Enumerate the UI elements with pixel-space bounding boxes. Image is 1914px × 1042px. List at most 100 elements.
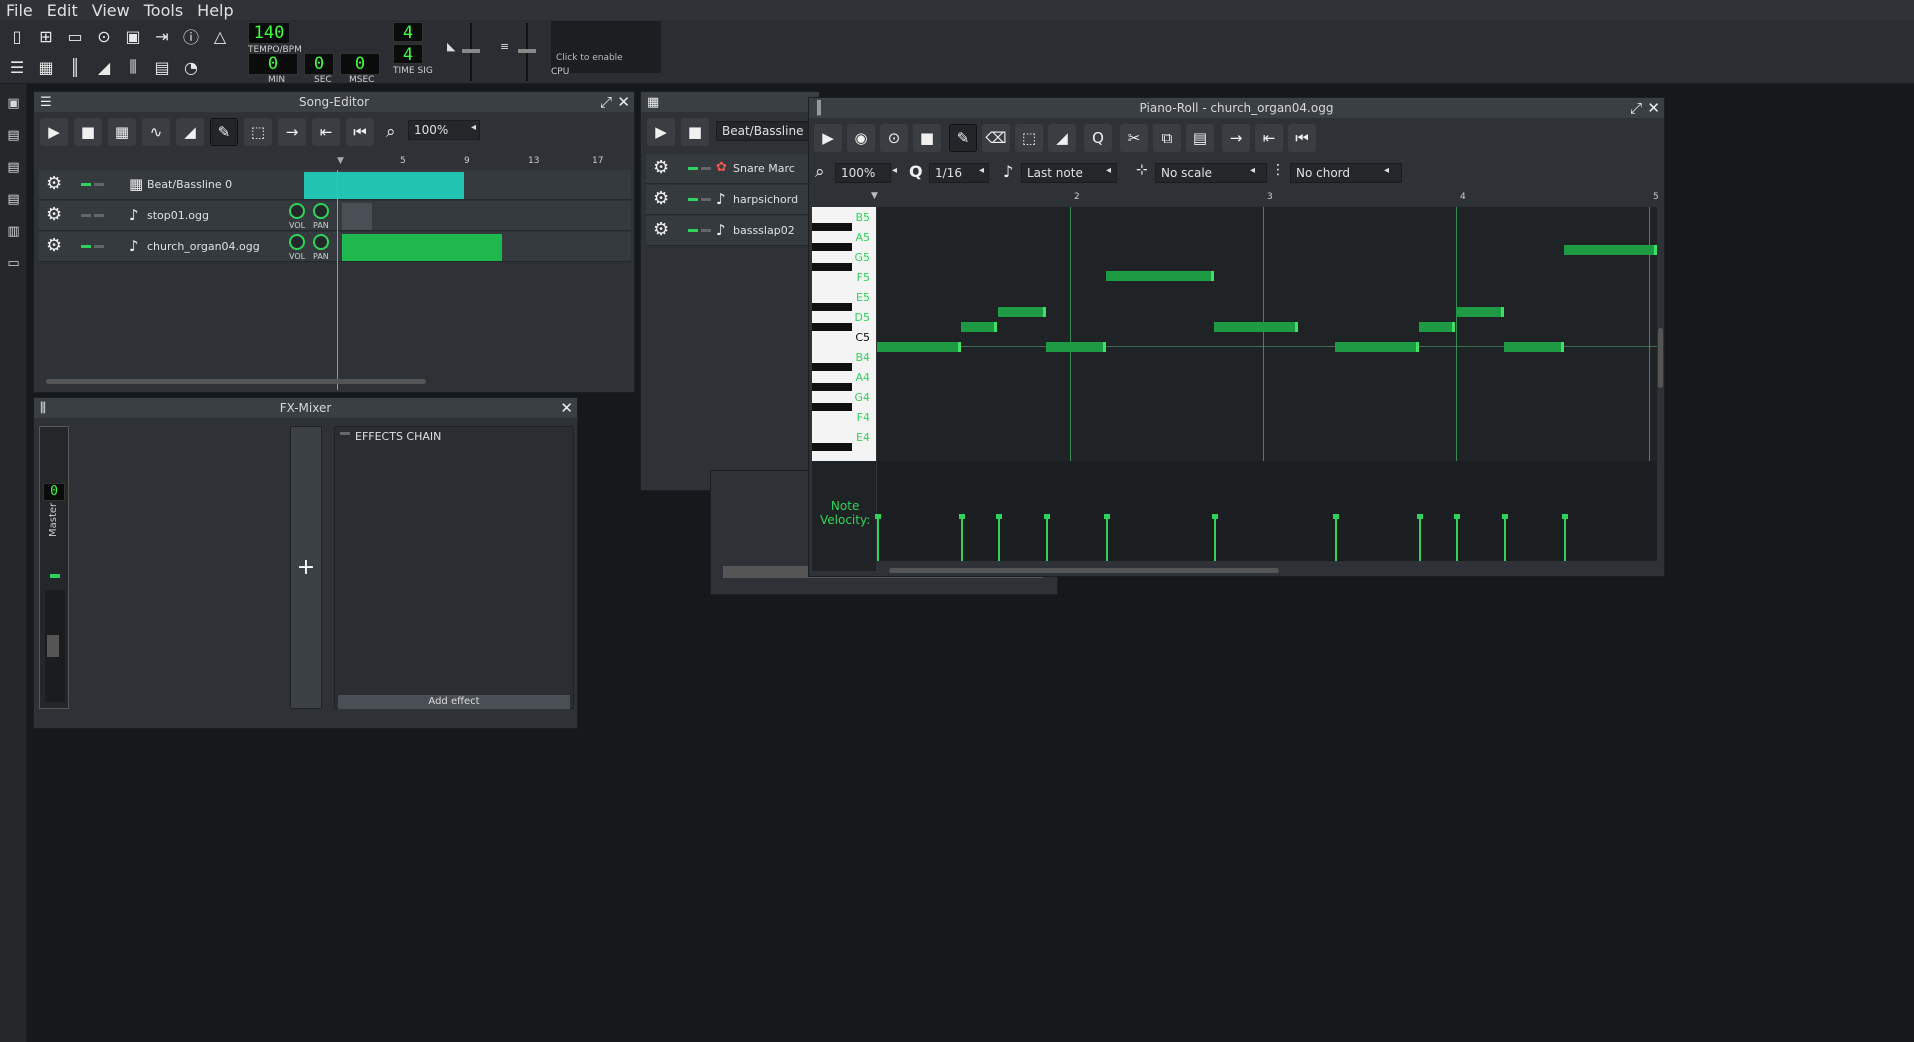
mute-led[interactable] <box>81 214 91 217</box>
pr-playhead-marker[interactable]: ▼ <box>871 191 878 201</box>
gear-icon[interactable]: ⚙ <box>46 204 62 225</box>
mute-led[interactable] <box>688 229 698 232</box>
master-pitch-handle[interactable] <box>518 49 536 53</box>
add-automation-track-button[interactable]: ◢ <box>176 118 204 146</box>
my-presets-icon[interactable]: ▤ <box>5 160 22 175</box>
black-key[interactable] <box>812 243 852 251</box>
velocity-bar[interactable] <box>1502 514 1508 561</box>
pr-stop-behaviour-button[interactable]: ⏮ <box>1288 124 1316 152</box>
note[interactable] <box>877 342 961 352</box>
bb-track-row[interactable]: ⚙ ♪ bassslap02 <box>646 216 818 246</box>
gear-icon[interactable]: ⚙ <box>653 188 669 209</box>
bb-track-row[interactable]: ⚙ ✿ Snare Marc <box>646 154 818 184</box>
note[interactable] <box>1214 322 1298 332</box>
pr-autoscroll-button[interactable]: → <box>1222 124 1250 152</box>
black-key[interactable] <box>812 443 852 451</box>
pr-note-length-combo[interactable]: Last note <box>1021 163 1117 183</box>
piano-keyboard[interactable]: B5 A5 G5 F5 E5 D5 C5 B4 A4 G4 F4 E4 <box>812 207 876 461</box>
black-key[interactable] <box>812 263 852 271</box>
track-name[interactable]: church_organ04.ogg <box>147 240 260 253</box>
pr-record-while-playing-button[interactable]: ⊙ <box>880 124 908 152</box>
playhead-marker[interactable]: ▼ <box>337 156 344 166</box>
timesig-denominator[interactable]: 4 <box>393 44 423 65</box>
piano-roll-grid[interactable] <box>877 207 1657 461</box>
black-key[interactable] <box>812 323 852 331</box>
track-row[interactable]: ⚙ ♪ stop01.ogg VOL PAN <box>39 201 631 231</box>
stop-button[interactable]: ■ <box>74 118 102 146</box>
mute-led[interactable] <box>688 198 698 201</box>
my-projects-icon[interactable]: ▣ <box>5 96 22 111</box>
bb-track-name[interactable]: harpsichord <box>733 193 798 206</box>
timesig-numerator[interactable]: 4 <box>393 22 423 43</box>
velocity-bar[interactable] <box>1417 514 1423 561</box>
gear-icon[interactable]: ⚙ <box>653 157 669 178</box>
note[interactable] <box>961 322 997 332</box>
add-channel-button[interactable]: + <box>290 426 322 709</box>
time-msec-display[interactable]: 0 <box>340 53 380 75</box>
zoom-combo[interactable]: 100% <box>408 120 480 140</box>
solo-led[interactable] <box>701 167 711 170</box>
menu-tools[interactable]: Tools <box>144 1 183 20</box>
master-mute-led[interactable] <box>50 574 60 578</box>
menu-help[interactable]: Help <box>197 1 233 20</box>
close-icon[interactable]: ✕ <box>617 93 630 111</box>
pr-record-button[interactable]: ◉ <box>847 124 875 152</box>
note[interactable] <box>1419 322 1455 332</box>
pr-copy-button[interactable]: ⧉ <box>1153 124 1181 152</box>
horizontal-scrollbar[interactable] <box>46 379 426 384</box>
my-samples-icon[interactable]: ▤ <box>5 128 22 143</box>
mute-led[interactable] <box>688 167 698 170</box>
bb-track-name[interactable]: bassslap02 <box>733 224 795 237</box>
metronome-icon[interactable]: △ <box>207 23 233 49</box>
gear-icon[interactable]: ⚙ <box>46 235 62 256</box>
master-volume-handle[interactable] <box>462 49 480 53</box>
stop-behaviour-button[interactable]: ⏮ <box>346 118 374 146</box>
note[interactable] <box>1335 342 1419 352</box>
velocity-bar[interactable] <box>1562 514 1568 561</box>
volume-knob[interactable] <box>289 234 305 250</box>
gear-icon[interactable]: ⚙ <box>46 173 62 194</box>
add-beat-bassline-button[interactable]: ▦ <box>108 118 136 146</box>
bb-track-name[interactable]: Snare Marc <box>733 162 795 175</box>
recent-projects-icon[interactable]: ⊙ <box>91 23 117 49</box>
volume-knob[interactable] <box>289 203 305 219</box>
note[interactable] <box>1504 342 1564 352</box>
mute-led[interactable] <box>81 183 91 186</box>
note[interactable] <box>1564 245 1657 255</box>
track-row[interactable]: ⚙ ▦ Beat/Bassline 0 <box>39 170 631 200</box>
edit-mode-button[interactable]: ⬚ <box>244 118 272 146</box>
solo-led[interactable] <box>701 229 711 232</box>
pr-erase-mode-button[interactable]: ⌫ <box>982 124 1010 152</box>
pr-quantize-button[interactable]: Q <box>1084 124 1112 152</box>
sample-clip[interactable] <box>342 203 372 230</box>
black-key[interactable] <box>812 403 852 411</box>
pattern-clip[interactable] <box>342 234 502 261</box>
effects-chain-led[interactable] <box>340 432 350 435</box>
pr-play-button[interactable]: ▶ <box>814 124 842 152</box>
loop-points-button[interactable]: ⇤ <box>312 118 340 146</box>
info-icon[interactable]: ⓘ <box>178 23 204 49</box>
black-key[interactable] <box>812 383 852 391</box>
draw-mode-button[interactable]: ✎ <box>210 118 238 146</box>
root-directory-icon[interactable]: ▥ <box>5 224 22 239</box>
pr-cut-button[interactable]: ✂ <box>1120 124 1148 152</box>
close-icon[interactable]: ✕ <box>560 399 573 417</box>
new-project-icon[interactable]: ▯ <box>4 23 30 49</box>
fx-mixer-toggle-icon[interactable]: ⫼ <box>120 54 146 80</box>
open-project-icon[interactable]: ▭ <box>62 23 88 49</box>
save-project-icon[interactable]: ▣ <box>120 23 146 49</box>
velocity-bar[interactable] <box>875 514 881 561</box>
maximize-icon[interactable]: ⤢ <box>1630 99 1642 117</box>
pr-vertical-scrollbar[interactable] <box>1658 328 1663 388</box>
cpu-graph[interactable] <box>551 21 661 73</box>
mute-led[interactable] <box>81 245 91 248</box>
add-sample-track-button[interactable]: ∿ <box>142 118 170 146</box>
bb-track-row[interactable]: ⚙ ♪ harpsichord <box>646 185 818 215</box>
black-key[interactable] <box>812 223 852 231</box>
export-project-icon[interactable]: ⇥ <box>149 23 175 49</box>
pr-horizontal-scrollbar[interactable] <box>889 568 1279 573</box>
pr-paste-button[interactable]: ▤ <box>1186 124 1214 152</box>
gear-icon[interactable]: ⚙ <box>653 219 669 240</box>
solo-led[interactable] <box>701 198 711 201</box>
track-name[interactable]: Beat/Bassline 0 <box>147 178 232 191</box>
